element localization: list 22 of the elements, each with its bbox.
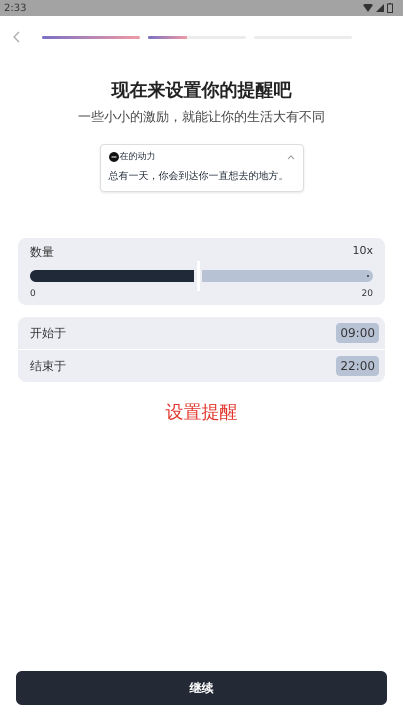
set-reminder-link[interactable]: 设置提醒 xyxy=(0,400,403,424)
page-title: 现在来设置你的提醒吧 xyxy=(110,79,293,102)
battery-icon xyxy=(387,3,393,13)
dot-icon xyxy=(108,152,118,162)
time-label: 开始于 xyxy=(30,324,66,342)
quantity-reading: 10x xyxy=(352,244,373,259)
quantity-slider[interactable] xyxy=(30,261,373,291)
motivation-text: 总有一天，你会到达你一直想去的地方。 xyxy=(108,170,290,183)
wifi-icon xyxy=(363,4,373,12)
back-icon[interactable] xyxy=(12,31,22,43)
slider-min: 0 xyxy=(30,289,36,299)
time-label: 结束于 xyxy=(30,358,66,374)
time-value[interactable]: 09:00 xyxy=(336,323,379,343)
quantity-label: 数量 xyxy=(30,244,54,261)
time-value[interactable]: 22:00 xyxy=(336,356,379,376)
card-label: 在的动力 xyxy=(120,150,156,163)
page-subtitle: 一些小小的激励，就能让你的生活大有不同 xyxy=(77,109,326,126)
caret-icon[interactable] xyxy=(286,154,294,160)
slider-max: 20 xyxy=(362,289,373,299)
continue-button[interactable]: 继续 xyxy=(16,671,387,705)
status-time: 2:33 xyxy=(4,2,26,14)
signal-icon xyxy=(376,4,384,12)
